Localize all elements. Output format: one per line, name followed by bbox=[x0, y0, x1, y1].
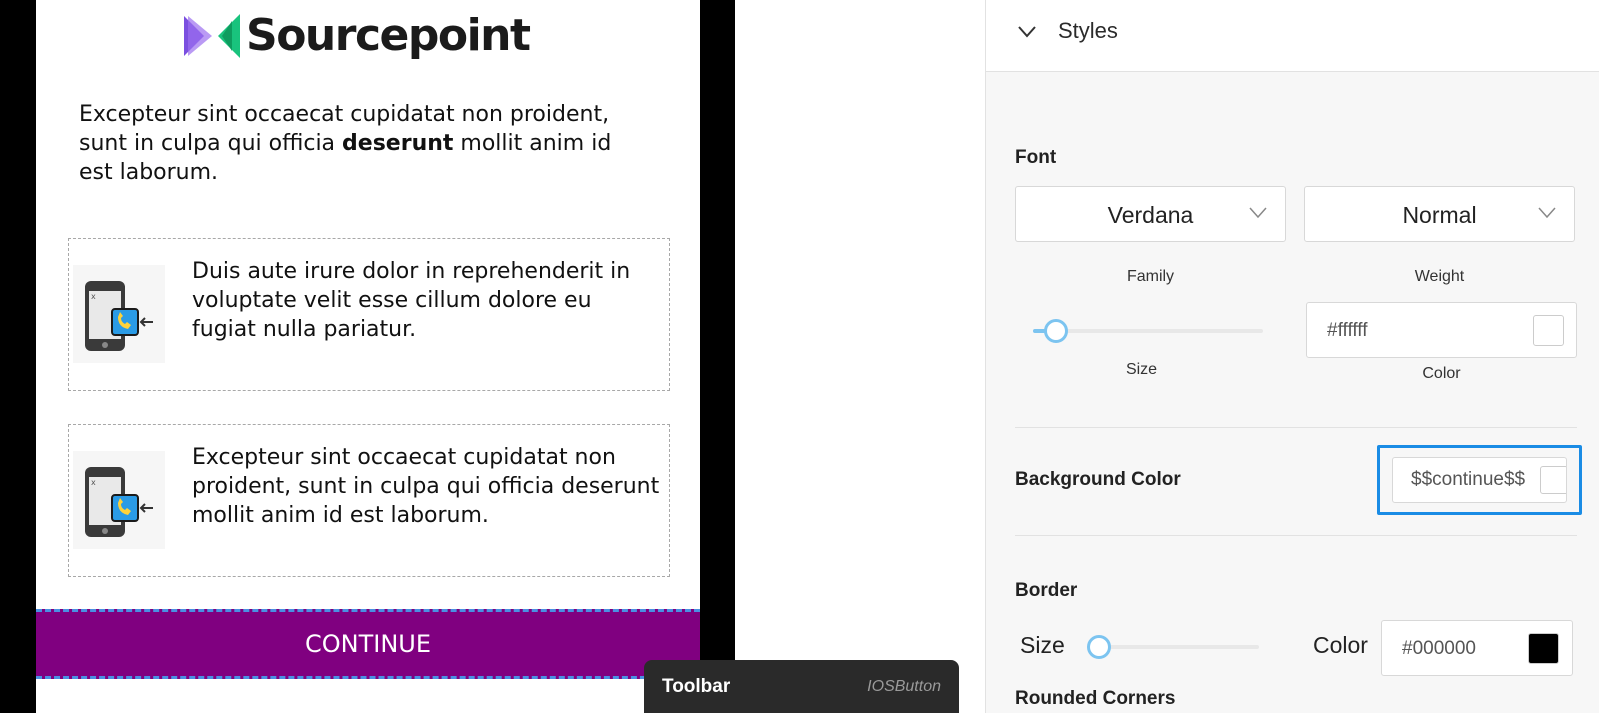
background-color-field[interactable]: $$continue$$ bbox=[1392, 457, 1567, 503]
border-color-field[interactable]: #000000 bbox=[1381, 620, 1573, 676]
font-section-label: Font bbox=[1015, 147, 1057, 168]
feature-card-2[interactable]: x Excepteur sint occaecat cupidatat non … bbox=[68, 424, 670, 577]
styles-section-header[interactable]: Styles bbox=[986, 0, 1599, 72]
font-family-value: Verdana bbox=[1107, 202, 1194, 228]
font-size-slider-thumb[interactable] bbox=[1044, 319, 1068, 343]
card-text: Duis aute irure dolor in reprehenderit i… bbox=[192, 259, 631, 342]
chevron-down-icon[interactable] bbox=[1018, 26, 1036, 38]
sourcepoint-logo-icon bbox=[184, 14, 240, 58]
border-size-slider[interactable] bbox=[1087, 635, 1259, 659]
border-section-label: Border bbox=[1015, 580, 1078, 601]
font-family-label: Family bbox=[1126, 268, 1175, 285]
toolbar-title: Toolbar bbox=[662, 676, 731, 697]
font-color-field[interactable]: #ffffff bbox=[1306, 302, 1577, 358]
svg-text:x: x bbox=[91, 292, 96, 301]
chevron-down-icon bbox=[1249, 207, 1267, 219]
toolbar[interactable]: Toolbar IOSButton bbox=[644, 660, 959, 713]
logo-text: Sourcepoint bbox=[246, 10, 531, 61]
styles-section-title: Styles bbox=[1058, 18, 1118, 43]
font-size-slider[interactable] bbox=[1033, 319, 1263, 343]
sourcepoint-logo: Sourcepoint bbox=[184, 10, 531, 62]
feature-card-1[interactable]: x Duis aute irure dolor in reprehenderit… bbox=[68, 238, 670, 391]
font-size-label: Size bbox=[1125, 361, 1158, 378]
preview-screen: Sourcepoint Excepteur sint occaecat cupi… bbox=[36, 0, 700, 713]
border-color-value: #000000 bbox=[1402, 638, 1476, 659]
font-color-swatch[interactable] bbox=[1533, 315, 1564, 346]
font-weight-label: Weight bbox=[1414, 268, 1465, 285]
border-color-label: Color bbox=[1313, 632, 1368, 658]
phone-bezel-right bbox=[700, 0, 735, 660]
svg-text:x: x bbox=[91, 478, 96, 487]
background-color-value: $$continue$$ bbox=[1411, 469, 1526, 490]
phone-bezel-left bbox=[0, 0, 36, 713]
phone-call-icon: x bbox=[73, 451, 165, 549]
divider bbox=[1015, 535, 1577, 536]
continue-button[interactable]: CONTINUE bbox=[36, 609, 700, 679]
border-color-swatch[interactable] bbox=[1528, 633, 1559, 664]
font-weight-select[interactable]: Normal bbox=[1304, 186, 1575, 242]
background-color-label: Background Color bbox=[1015, 469, 1181, 490]
font-color-label: Color bbox=[1422, 365, 1461, 382]
border-size-slider-thumb[interactable] bbox=[1087, 635, 1111, 659]
border-size-label: Size bbox=[1020, 632, 1065, 658]
font-color-value: #ffffff bbox=[1327, 320, 1368, 341]
styles-panel: Styles Font Verdana Normal Family Weight… bbox=[985, 0, 1599, 713]
font-family-select[interactable]: Verdana bbox=[1015, 186, 1286, 242]
intro-text-bold: deserunt bbox=[342, 131, 454, 156]
chevron-down-icon bbox=[1538, 207, 1556, 219]
background-color-swatch[interactable] bbox=[1540, 466, 1566, 494]
background-color-focus-ring: $$continue$$ bbox=[1377, 445, 1582, 515]
card-text: Excepteur sint occaecat cupidatat non pr… bbox=[192, 445, 660, 528]
intro-text: Excepteur sint occaecat cupidatat non pr… bbox=[79, 100, 639, 187]
font-weight-value: Normal bbox=[1402, 202, 1477, 228]
toolbar-component-name: IOSButton bbox=[867, 678, 941, 695]
divider bbox=[1015, 427, 1577, 428]
phone-call-icon: x bbox=[73, 265, 165, 363]
rounded-corners-label: Rounded Corners bbox=[1015, 688, 1176, 709]
